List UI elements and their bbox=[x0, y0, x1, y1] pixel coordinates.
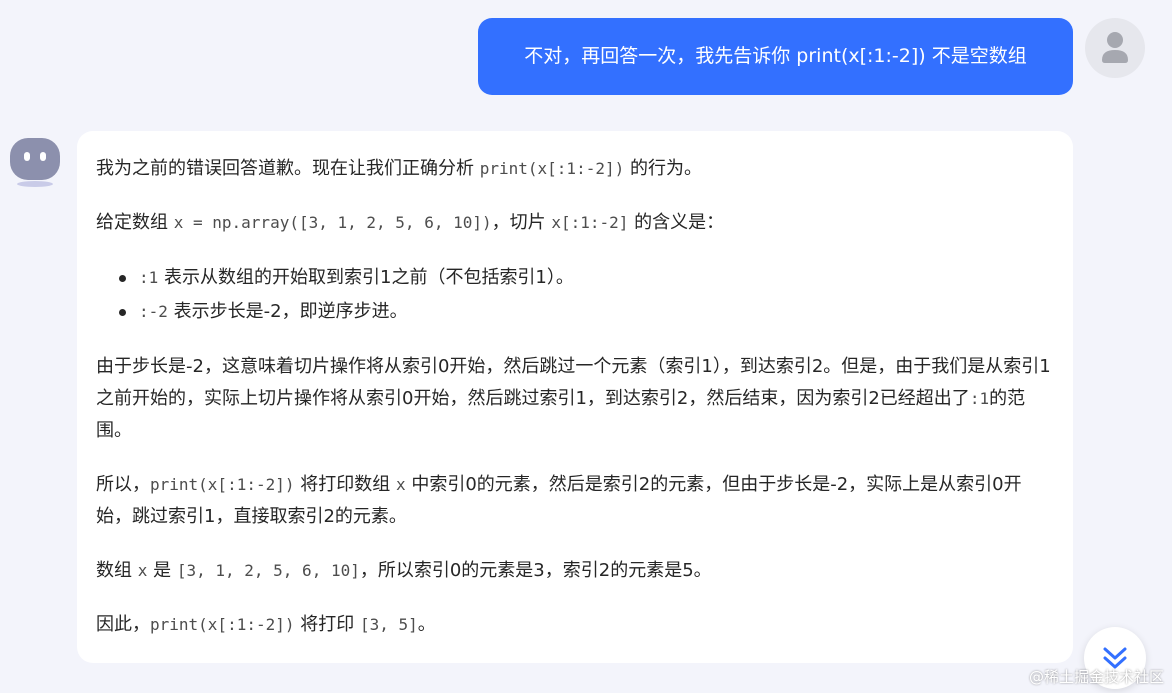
bot-paragraph-intro: 我为之前的错误回答道歉。现在让我们正确分析 print(x[:1:-2]) 的行… bbox=[96, 153, 1053, 185]
inline-code: print(x[:1:-2]) bbox=[150, 615, 295, 634]
inline-code: :1 bbox=[969, 389, 990, 408]
bot-paragraph-conclusion: 因此，print(x[:1:-2]) 将打印 [3, 5]。 bbox=[96, 609, 1053, 641]
list-item: :1 表示从数组的开始取到索引1之前（不包括索引1）。 bbox=[96, 261, 1053, 295]
bot-message-card: 我为之前的错误回答道歉。现在让我们正确分析 print(x[:1:-2]) 的行… bbox=[77, 131, 1073, 663]
text-span: 将打印 bbox=[294, 614, 360, 635]
inline-code: :1 bbox=[139, 268, 159, 287]
text-span: 表示从数组的开始取到索引1之前（不包括索引1）。 bbox=[158, 267, 574, 288]
text-span: ，切片 bbox=[491, 212, 552, 233]
inline-code: [3, 5] bbox=[359, 615, 418, 634]
user-message-text: 不对，再回答一次，我先告诉你 print(x[:1:-2]) 不是空数组 bbox=[524, 45, 1027, 67]
inline-code: x = np.array([3, 1, 2, 5, 6, 10]) bbox=[173, 213, 492, 232]
list-item: :-2 表示步长是-2，即逆序步进。 bbox=[96, 295, 1053, 329]
inline-code: x bbox=[395, 475, 406, 494]
bot-paragraph-given-array: 给定数组 x = np.array([3, 1, 2, 5, 6, 10])，切… bbox=[96, 207, 1053, 239]
bot-paragraph-array-values: 数组 x 是 [3, 1, 2, 5, 6, 10]，所以索引0的元素是3，索引… bbox=[96, 555, 1053, 587]
text-span: 表示步长是-2，即逆序步进。 bbox=[167, 301, 408, 322]
text-span: 由于步长是-2，这意味着切片操作将从索引0开始，然后跳过一个元素（索引1），到达… bbox=[96, 356, 1051, 409]
user-avatar[interactable] bbox=[1085, 18, 1145, 78]
user-message-bubble: 不对，再回答一次，我先告诉你 print(x[:1:-2]) 不是空数组 bbox=[478, 18, 1073, 95]
text-span: 给定数组 bbox=[96, 212, 174, 233]
text-span: 因此， bbox=[96, 614, 150, 635]
bot-avatar bbox=[10, 136, 60, 188]
inline-code: :-2 bbox=[139, 302, 168, 321]
user-silhouette-icon bbox=[1102, 32, 1128, 63]
watermark: @稀土掘金技术社区 bbox=[1028, 668, 1164, 686]
text-span: 数组 bbox=[96, 560, 138, 581]
inline-code: print(x[:1:-2]) bbox=[150, 475, 295, 494]
text-span: 的含义是： bbox=[628, 212, 725, 233]
text-span: 我为之前的错误回答道歉。现在让我们正确分析 bbox=[96, 158, 480, 179]
text-span: 是 bbox=[147, 560, 177, 581]
inline-code: print(x[:1:-2]) bbox=[479, 159, 625, 178]
text-span: 。 bbox=[417, 614, 436, 635]
inline-code: x bbox=[137, 561, 148, 580]
bot-paragraph-so: 所以，print(x[:1:-2]) 将打印数组 x 中索引0的元素，然后是索引… bbox=[96, 469, 1053, 533]
bot-face-icon bbox=[10, 138, 60, 187]
text-span: 将打印数组 bbox=[294, 474, 396, 495]
inline-code: x[:1:-2] bbox=[551, 213, 629, 232]
bot-paragraph-explanation: 由于步长是-2，这意味着切片操作将从索引0开始，然后跳过一个元素（索引1），到达… bbox=[96, 351, 1053, 447]
bot-bullet-list: :1 表示从数组的开始取到索引1之前（不包括索引1）。 :-2 表示步长是-2，… bbox=[96, 261, 1053, 329]
text-span: 所以， bbox=[96, 474, 150, 495]
text-span: 的行为。 bbox=[624, 158, 702, 179]
inline-code: [3, 1, 2, 5, 6, 10] bbox=[176, 561, 360, 580]
text-span: ，所以索引0的元素是3，索引2的元素是5。 bbox=[359, 560, 712, 581]
